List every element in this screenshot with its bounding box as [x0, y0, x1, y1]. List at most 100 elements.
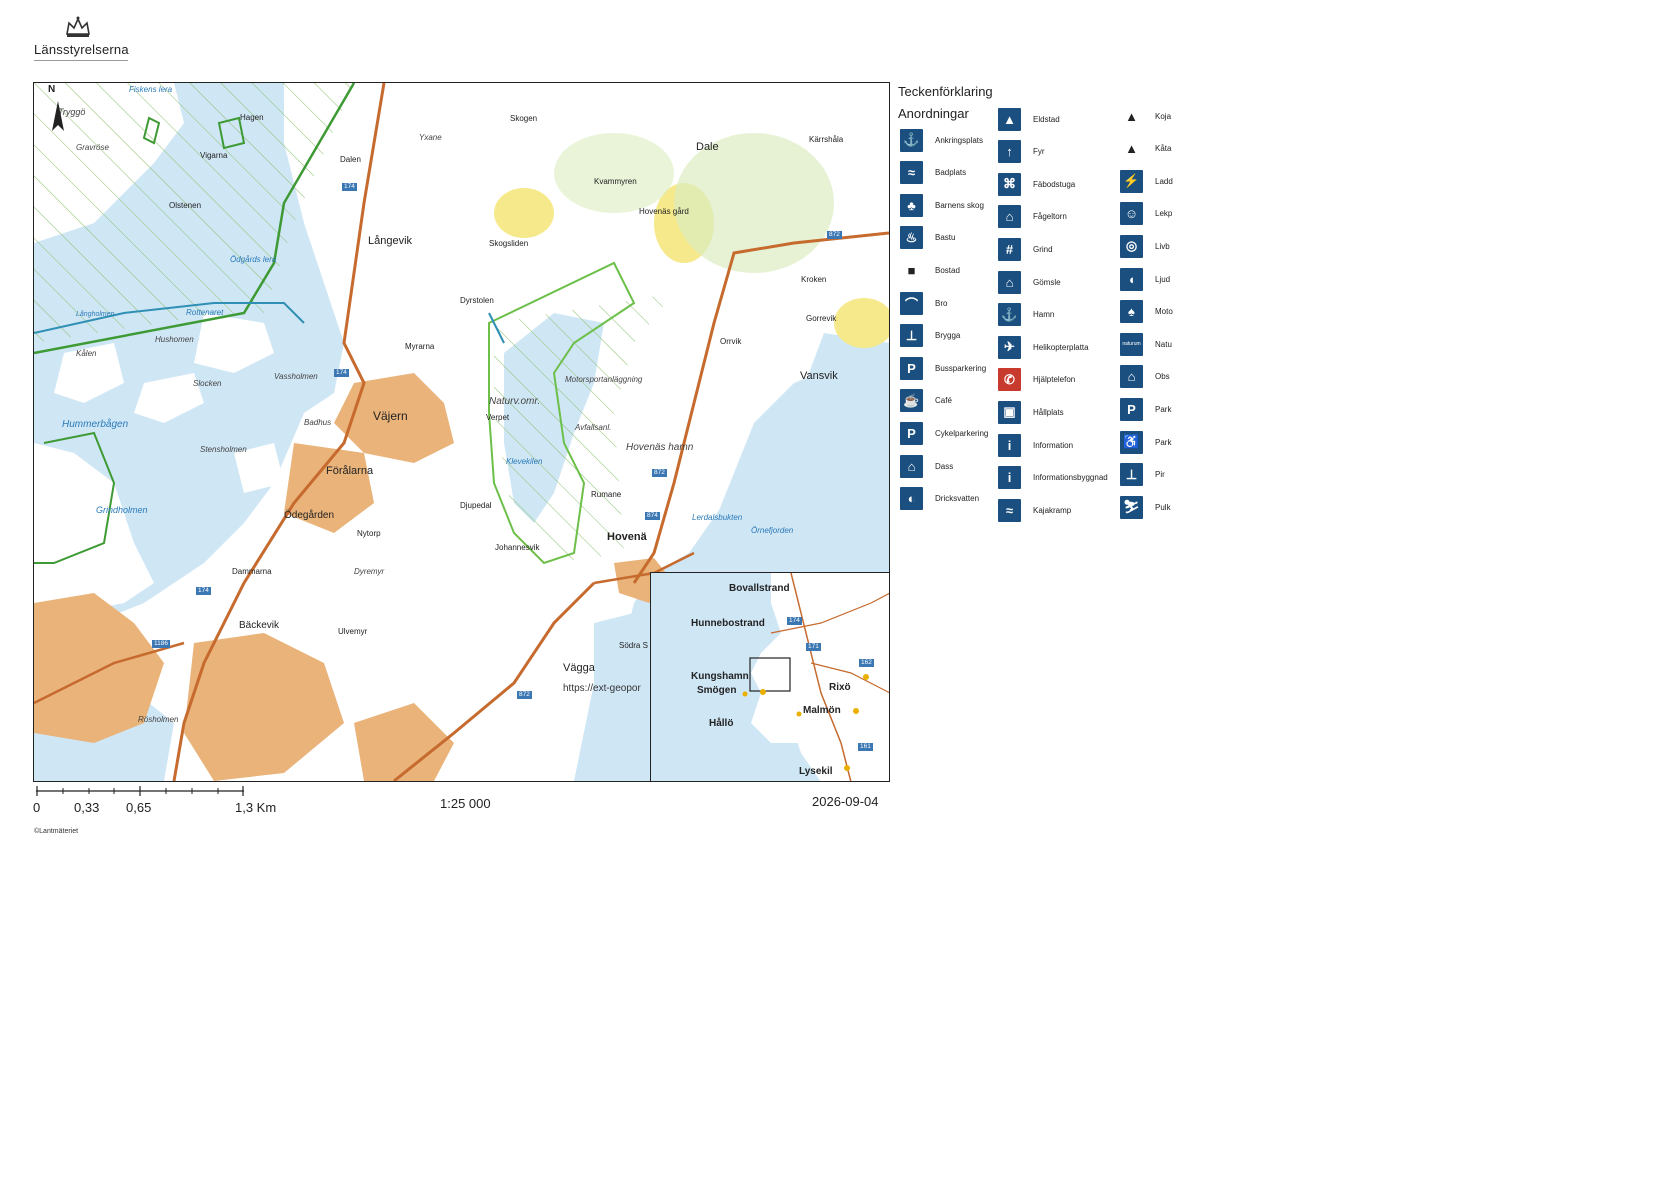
legend-label: Park — [1155, 404, 1172, 414]
observation-icon: ⌂ — [1120, 365, 1143, 389]
place-label: Dyremyr — [354, 567, 385, 576]
bike-parking-icon: P — [900, 421, 923, 445]
place-label: Gravröse — [76, 143, 109, 152]
place-label: Skogen — [510, 114, 538, 123]
brand-underline — [34, 60, 128, 61]
legend-item: ⌂ Obs — [1120, 365, 1170, 389]
place-label: Hovenäs hamn — [626, 442, 694, 453]
place-label: Ödgårds lera — [230, 255, 277, 264]
place-label: Vigarna — [200, 151, 228, 160]
scale-bar — [36, 786, 244, 796]
inset-label: Smögen — [697, 685, 737, 696]
lighthouse-icon: ↑ — [998, 140, 1021, 164]
gate-icon: # — [998, 237, 1021, 261]
children-forest-icon: ♣ — [900, 193, 923, 217]
legend-label: Dricksvatten — [935, 494, 980, 504]
place-label: Dammarna — [232, 567, 272, 576]
road-number-badge: 174 — [334, 369, 349, 377]
place-label: Hushomen — [155, 335, 194, 344]
motion-icon: ♠ — [1120, 300, 1143, 324]
inset-label: Malmön — [803, 705, 841, 716]
legend-label: Gömsle — [1033, 277, 1061, 287]
legend-label: Cykelparkering — [935, 428, 989, 438]
legend-item: ⌂ Dass — [900, 454, 953, 478]
road-number-badge: 872 — [652, 469, 667, 477]
legend-item: ≈ Badplats — [900, 161, 966, 185]
legend-label: Hållplats — [1033, 407, 1064, 417]
legend-label: Kåta — [1155, 144, 1172, 154]
drinking-water-icon: ◐ — [900, 487, 923, 511]
sled-icon: ⛷ — [1120, 495, 1143, 519]
map-frame[interactable]: N Tryggö Fiskens lera Hagen Gravröse Vig… — [33, 82, 890, 782]
cottage-icon: ⌘ — [998, 172, 1021, 196]
legend-item: ▲ Kåta — [1120, 137, 1171, 161]
place-label: Kvammyren — [594, 177, 637, 186]
place-label: Olstenen — [169, 201, 202, 210]
road-number-badge: 174 — [196, 587, 211, 595]
kayak-ramp-icon: ≈ — [998, 498, 1021, 522]
legend-label: Moto — [1155, 307, 1173, 317]
place-label: Förålarna — [326, 465, 374, 477]
toilet-icon: ⌂ — [900, 454, 923, 478]
place-label: Hagen — [240, 113, 264, 122]
legend-item: naturum Natu — [1120, 332, 1172, 356]
naturum-icon: naturum — [1120, 332, 1143, 356]
place-label: Väjern — [373, 409, 408, 423]
disabled-parking-icon: ♿ — [1120, 430, 1143, 454]
legend-label: Fågeltorn — [1033, 212, 1067, 222]
place-label: Fiskens lera — [129, 85, 173, 94]
legend-item: ⚡ Ladd — [1120, 169, 1173, 193]
forest-area — [554, 133, 674, 213]
hide-icon: ⌂ — [998, 270, 1021, 294]
legend-label: Café — [935, 396, 952, 406]
place-label: Rottenaret — [186, 308, 224, 317]
url-fragment: https://ext-geopor — [563, 683, 641, 694]
place-label: Vansvik — [800, 370, 838, 382]
legend-item: ⊥ Brygga — [900, 324, 960, 348]
copyright-notice: ©Lantmäteriet — [34, 828, 79, 835]
legend-label: Brygga — [935, 331, 961, 341]
place-label: Verpet — [486, 413, 510, 422]
bus-stop-icon: ▣ — [998, 400, 1021, 424]
legend-label: Lekp — [1155, 209, 1173, 219]
legend-item: ◎ Livb — [1120, 234, 1170, 258]
place-label: Bäckevik — [239, 620, 280, 631]
sauna-icon: ♨ — [900, 226, 923, 250]
inset-road-badge: 162 — [859, 659, 874, 667]
legend-label: Ljud — [1155, 274, 1171, 284]
legend-label: Pulk — [1155, 502, 1171, 512]
lifebuoy-icon: ◎ — [1120, 234, 1143, 258]
legend-title: Teckenförklaring — [898, 84, 993, 99]
place-label: Motorsportanläggning — [565, 375, 643, 384]
road-number-badge: 872 — [827, 231, 842, 239]
road-number-badge: 874 — [645, 512, 660, 520]
bay-shape — [594, 613, 644, 723]
inset-road-badge: 174 — [787, 617, 802, 625]
place-label: Kålen — [76, 349, 97, 358]
legend-item: ◖ Ljud — [1120, 267, 1170, 291]
overview-inset-map[interactable]: Bovallstrand Hunnebostrand Kungshamn Smö… — [650, 572, 889, 781]
legend-item: ⚓ Ankringsplats — [900, 128, 983, 152]
place-label: Grindholmen — [96, 505, 148, 515]
road-number-badge: 1186 — [152, 640, 170, 648]
legend-item: ■ Bostad — [900, 258, 960, 282]
legend-label: Obs — [1155, 372, 1170, 382]
legend-item: P Park — [1120, 397, 1171, 421]
place-label: Lerdalsbukten — [692, 513, 743, 522]
legend-label: Park — [1155, 437, 1172, 447]
square-icon: ■ — [907, 262, 916, 278]
pier-icon: ⊥ — [1120, 463, 1143, 487]
legend-item: P Bussparkering — [900, 356, 986, 380]
inset-label: Lysekil — [799, 766, 833, 777]
scale-tick-label: 0,33 — [74, 800, 100, 815]
place-label: Hummerbågen — [62, 419, 129, 430]
place-label: Hovenäs gård — [639, 207, 689, 216]
charging-icon: ⚡ — [1120, 169, 1143, 193]
scale-ratio: 1:25 000 — [440, 796, 491, 811]
inset-label: Kungshamn — [691, 671, 749, 682]
legend-item: ♿ Park — [1120, 430, 1171, 454]
place-label: Stensholmen — [200, 445, 247, 454]
swimmer-icon: ≈ — [900, 161, 923, 185]
legend-label: Koja — [1155, 111, 1172, 121]
place-label: Orrvik — [720, 337, 742, 346]
